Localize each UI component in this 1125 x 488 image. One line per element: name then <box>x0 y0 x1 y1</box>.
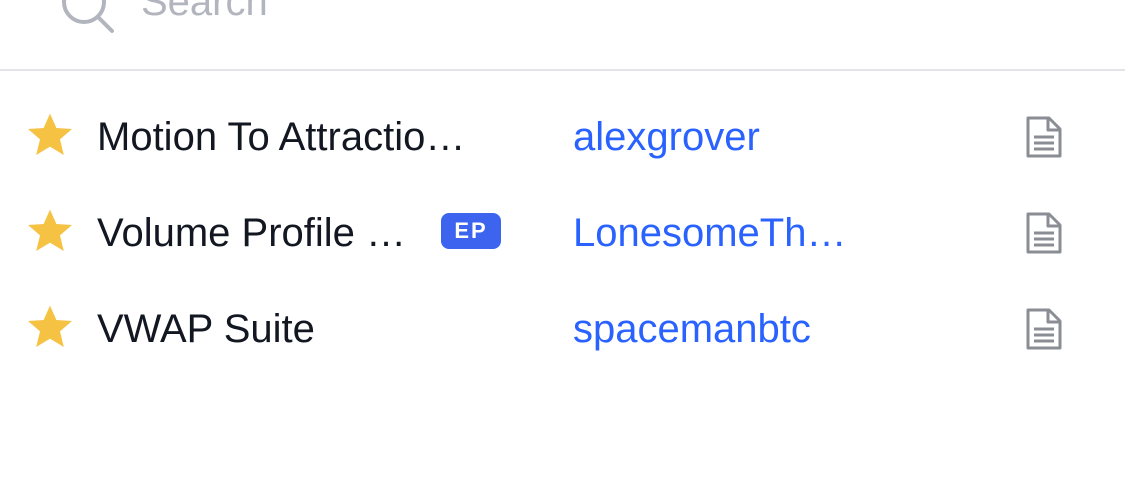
script-title: Motion To Attractio… <box>97 115 466 159</box>
author-link[interactable]: spacemanbtc <box>573 307 811 352</box>
list-item[interactable]: VWAP Suite spacemanbtc <box>0 263 1125 359</box>
indicator-list: Motion To Attractio… alexgrover Volume P… <box>0 71 1125 359</box>
star-icon[interactable] <box>26 208 74 254</box>
search-bar <box>0 0 1125 71</box>
author-link[interactable]: alexgrover <box>573 115 760 160</box>
document-icon[interactable] <box>1023 307 1065 351</box>
search-input[interactable] <box>141 0 741 30</box>
author-link[interactable]: LonesomeTh… <box>573 211 846 256</box>
script-title: Volume Profile … <box>97 211 407 255</box>
star-icon[interactable] <box>26 304 74 350</box>
document-icon[interactable] <box>1023 115 1065 159</box>
search-icon <box>62 0 114 33</box>
indicator-list-screen: Motion To Attractio… alexgrover Volume P… <box>0 0 1125 488</box>
list-item[interactable]: Motion To Attractio… alexgrover <box>0 71 1125 167</box>
star-icon[interactable] <box>26 112 74 158</box>
script-title: VWAP Suite <box>97 307 315 351</box>
ep-badge: EP <box>441 213 501 249</box>
list-item[interactable]: Volume Profile … EP LonesomeTh… <box>0 167 1125 263</box>
document-icon[interactable] <box>1023 211 1065 255</box>
